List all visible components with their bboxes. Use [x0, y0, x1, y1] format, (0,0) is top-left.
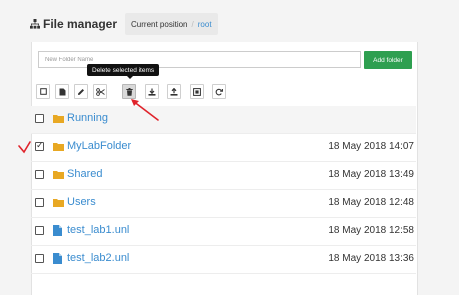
- row-checkbox[interactable]: [35, 254, 44, 263]
- file-row-mylabfolder[interactable]: MyLabFolder 18 May 2018 14:07: [31, 134, 416, 162]
- file-icon: [59, 88, 65, 95]
- file-row-shared[interactable]: Shared 18 May 2018 13:49: [31, 162, 416, 190]
- file-name-link[interactable]: test_lab2.unl: [67, 252, 129, 264]
- sitemap-icon: [30, 19, 40, 29]
- square-icon: [39, 88, 47, 95]
- file-name-link[interactable]: Running: [67, 112, 108, 124]
- page-title: File manager: [30, 17, 117, 31]
- folder-icon: [53, 143, 64, 151]
- file-row-users[interactable]: Users 18 May 2018 12:48: [31, 190, 416, 218]
- upload-icon: [170, 87, 178, 96]
- file-date: 18 May 2018 12:58: [328, 225, 414, 236]
- file-date: 18 May 2018 12:48: [328, 197, 414, 208]
- import-button[interactable]: [190, 84, 204, 99]
- select-all-button[interactable]: [36, 84, 50, 99]
- file-date: 18 May 2018 13:49: [328, 169, 414, 180]
- breadcrumb-label: Current position: [131, 19, 188, 29]
- row-checkbox[interactable]: [35, 170, 44, 179]
- red-arrow-annotation: [131, 99, 159, 121]
- add-folder-button[interactable]: Add folder: [364, 51, 412, 69]
- rename-button[interactable]: [74, 84, 88, 99]
- folder-icon: [53, 115, 64, 123]
- folder-icon: [53, 199, 64, 207]
- row-checkbox[interactable]: [35, 114, 44, 123]
- breadcrumb-separator: /: [191, 19, 194, 29]
- refresh-button[interactable]: [212, 84, 226, 99]
- download-icon: [148, 88, 156, 96]
- breadcrumb-root-link[interactable]: root: [198, 20, 212, 29]
- file-row-running[interactable]: Running: [31, 106, 416, 134]
- delete-tooltip: Delete selected items: [87, 64, 160, 79]
- file-name-link[interactable]: Users: [67, 196, 96, 208]
- new-file-button[interactable]: [55, 84, 69, 99]
- file-date: 18 May 2018 14:07: [328, 141, 414, 152]
- file-name-link[interactable]: MyLabFolder: [67, 140, 131, 152]
- cut-button[interactable]: [93, 84, 107, 99]
- import-icon: [193, 87, 201, 96]
- breadcrumb: Current position / root: [125, 13, 218, 35]
- file-manager-header: File manager Current position / root: [30, 12, 218, 36]
- row-checkbox[interactable]: [35, 198, 44, 207]
- file-row-test-lab2[interactable]: test_lab2.unl 18 May 2018 13:36: [31, 246, 416, 274]
- row-checkbox[interactable]: [35, 226, 44, 235]
- file-name-link[interactable]: Shared: [67, 168, 102, 180]
- file-row-test-lab1[interactable]: test_lab1.unl 18 May 2018 12:58: [31, 218, 416, 246]
- refresh-icon: [215, 88, 223, 95]
- file-name-link[interactable]: test_lab1.unl: [67, 224, 129, 236]
- pencil-icon: [78, 88, 84, 95]
- file-list: Running MyLabFolder 18 May 2018 14:07 Sh…: [31, 106, 416, 274]
- upload-button[interactable]: [167, 84, 181, 99]
- lab-file-icon: [53, 253, 62, 264]
- page-title-text: File manager: [43, 17, 118, 31]
- file-date: 18 May 2018 13:36: [328, 253, 414, 264]
- scissors-icon: [95, 87, 105, 96]
- red-checkmark-annotation: [18, 141, 31, 154]
- lab-file-icon: [53, 225, 62, 236]
- trash-icon: [125, 87, 133, 96]
- folder-icon: [53, 171, 64, 179]
